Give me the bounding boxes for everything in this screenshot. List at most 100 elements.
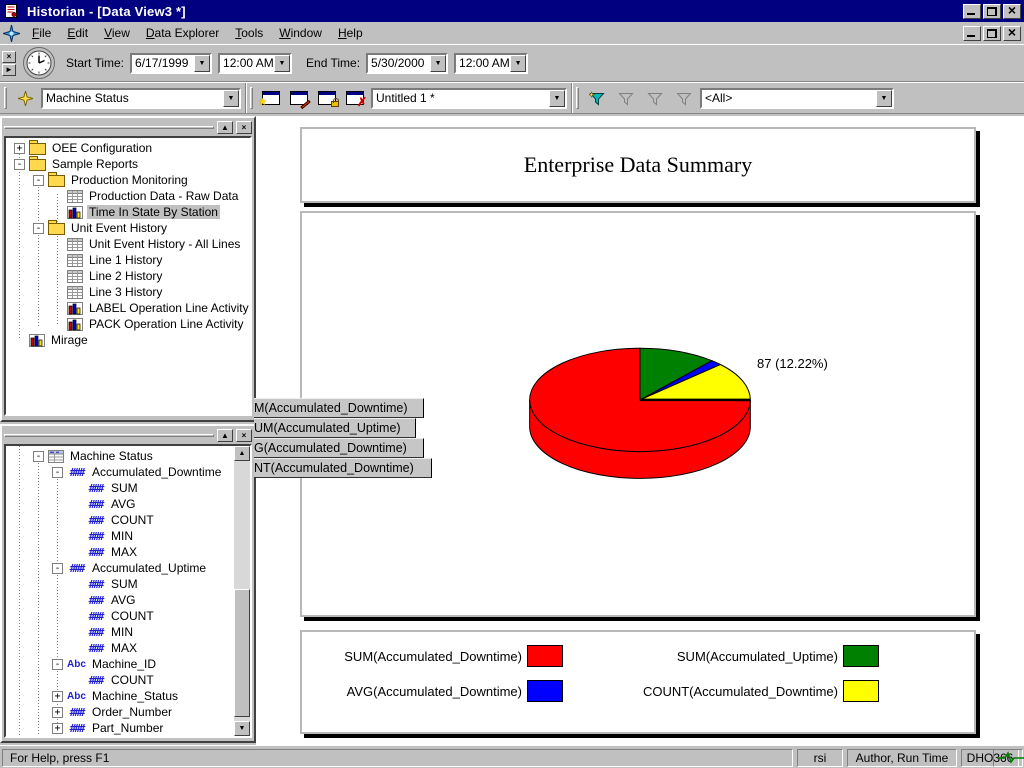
- tree-item-part-number[interactable]: +###Part_Number: [6, 720, 234, 736]
- toolbar-expand-button[interactable]: ►: [2, 64, 16, 76]
- expand-toggle-icon[interactable]: +: [14, 143, 25, 154]
- tree-item-line-1-history[interactable]: Line 1 History: [6, 252, 250, 268]
- chevron-down-icon[interactable]: ▼: [430, 55, 446, 72]
- sparkle-icon[interactable]: [13, 86, 37, 110]
- expand-toggle-icon[interactable]: -: [33, 175, 44, 186]
- chevron-down-icon[interactable]: ▼: [510, 55, 526, 72]
- close-button[interactable]: [1003, 4, 1021, 19]
- modify-filter-icon[interactable]: [614, 86, 638, 110]
- view-combobox[interactable]: Untitled 1 * ▼: [371, 88, 567, 109]
- chevron-down-icon[interactable]: ▼: [274, 55, 290, 72]
- toolbar-close-button[interactable]: ×: [2, 51, 16, 63]
- mdi-close-button[interactable]: [1003, 26, 1021, 41]
- menu-item-tools[interactable]: Tools: [227, 23, 271, 43]
- tree-item-count[interactable]: ###COUNT: [6, 608, 234, 624]
- delete-view-icon[interactable]: ✗: [343, 86, 367, 110]
- tree-item-sample-reports[interactable]: -Sample Reports: [6, 156, 250, 172]
- restore-button[interactable]: [983, 4, 1001, 19]
- menu-item-view[interactable]: View: [96, 23, 138, 43]
- tree-item-parts-built[interactable]: +###Parts_Built: [6, 736, 234, 738]
- tree-item-machine-status[interactable]: -Machine Status: [6, 448, 234, 464]
- menu-item-data-explorer[interactable]: Data Explorer: [138, 23, 227, 43]
- dataset-combobox[interactable]: Machine Status ▼: [41, 88, 241, 109]
- tree-item-oee-configuration[interactable]: +OEE Configuration: [6, 140, 250, 156]
- tree-item-time-in-state-by-station[interactable]: Time In State By Station: [6, 204, 250, 220]
- tree-item-accumulated-downtime[interactable]: -###Accumulated_Downtime: [6, 464, 234, 480]
- menu-item-help[interactable]: Help: [330, 23, 371, 43]
- chevron-down-icon[interactable]: ▼: [223, 90, 239, 107]
- mdi-minimize-button[interactable]: [963, 26, 981, 41]
- panel-close-icon[interactable]: ×: [236, 429, 252, 442]
- expand-toggle-icon[interactable]: -: [52, 659, 63, 670]
- clock-icon: [22, 46, 56, 80]
- tree-item-line-3-history[interactable]: Line 3 History: [6, 284, 250, 300]
- tree-item-min[interactable]: ###MIN: [6, 624, 234, 640]
- legend-label: AVG(Accumulated_Downtime): [310, 684, 522, 699]
- expand-toggle-icon[interactable]: -: [33, 451, 44, 462]
- panel-header[interactable]: ▲ ×: [2, 426, 254, 443]
- expand-toggle-icon[interactable]: -: [52, 563, 63, 574]
- scrollbar-thumb[interactable]: [234, 589, 250, 717]
- menu-item-window[interactable]: Window: [271, 23, 330, 43]
- panel-close-icon[interactable]: ×: [236, 121, 252, 134]
- expand-toggle-icon[interactable]: -: [33, 223, 44, 234]
- toolbar-grip[interactable]: [250, 87, 253, 109]
- tree-item-avg[interactable]: ###AVG: [6, 496, 234, 512]
- tree-item-max[interactable]: ###MAX: [6, 544, 234, 560]
- tree-item-accumulated-uptime[interactable]: -###Accumulated_Uptime: [6, 560, 234, 576]
- delete-filter-icon[interactable]: [672, 86, 696, 110]
- minimize-button[interactable]: [963, 4, 981, 19]
- expand-toggle-icon[interactable]: -: [14, 159, 25, 170]
- chevron-down-icon[interactable]: ▼: [876, 90, 892, 107]
- panel-header[interactable]: ▲ ×: [2, 118, 254, 135]
- tree-item-avg[interactable]: ###AVG: [6, 592, 234, 608]
- save-filter-icon[interactable]: [643, 86, 667, 110]
- chevron-down-icon[interactable]: ▼: [194, 55, 210, 72]
- filter-combobox[interactable]: <All> ▼: [700, 88, 894, 109]
- tree-item-label-operation-line-activity[interactable]: LABEL Operation Line Activity: [6, 300, 250, 316]
- tree-item-sum[interactable]: ###SUM: [6, 576, 234, 592]
- save-view-icon[interactable]: [315, 86, 339, 110]
- menu-item-edit[interactable]: Edit: [59, 23, 96, 43]
- tree-item-machine-status[interactable]: +AbcMachine_Status: [6, 688, 234, 704]
- start-date-combobox[interactable]: 6/17/1999 ▼: [130, 53, 212, 74]
- tree-item-min[interactable]: ###MIN: [6, 528, 234, 544]
- tree-item-pack-operation-line-activity[interactable]: PACK Operation Line Activity: [6, 316, 250, 332]
- modify-view-icon[interactable]: [287, 86, 311, 110]
- menu-item-file[interactable]: File: [24, 23, 59, 43]
- new-filter-icon[interactable]: [585, 86, 609, 110]
- expand-toggle-icon[interactable]: -: [52, 467, 63, 478]
- start-time-combobox[interactable]: 12:00 AM ▼: [218, 53, 292, 74]
- expand-toggle-icon[interactable]: +: [52, 707, 63, 718]
- end-time-combobox[interactable]: 12:00 AM ▼: [454, 53, 528, 74]
- panel-grip[interactable]: [4, 126, 214, 129]
- expand-toggle-icon[interactable]: +: [52, 691, 63, 702]
- toolbar-grip[interactable]: [576, 87, 579, 109]
- mdi-restore-button[interactable]: [983, 26, 1001, 41]
- tree-item-sum[interactable]: ###SUM: [6, 480, 234, 496]
- tree-item-unit-event-history[interactable]: -Unit Event History: [6, 220, 250, 236]
- panel-grip[interactable]: [4, 434, 214, 437]
- vertical-scrollbar[interactable]: ▲ ▼: [234, 446, 250, 736]
- panel-up-icon[interactable]: ▲: [217, 121, 233, 134]
- scroll-up-icon[interactable]: ▲: [234, 446, 250, 461]
- tree-item-production-monitoring[interactable]: -Production Monitoring: [6, 172, 250, 188]
- tree-item-max[interactable]: ###MAX: [6, 640, 234, 656]
- tree-item-machine-id[interactable]: -AbcMachine_ID: [6, 656, 234, 672]
- status-help: For Help, press F1: [2, 749, 793, 767]
- expand-toggle-icon[interactable]: +: [52, 723, 63, 734]
- chevron-down-icon[interactable]: ▼: [549, 90, 565, 107]
- new-view-icon[interactable]: ★: [259, 86, 283, 110]
- tree-item-order-number[interactable]: +###Order_Number: [6, 704, 234, 720]
- panel-up-icon[interactable]: ▲: [217, 429, 233, 442]
- end-date-combobox[interactable]: 5/30/2000 ▼: [366, 53, 448, 74]
- legend-swatch: [843, 645, 879, 667]
- tree-item-unit-event-history-all-lines[interactable]: Unit Event History - All Lines: [6, 236, 250, 252]
- tree-item-count[interactable]: ###COUNT: [6, 672, 234, 688]
- tree-item-production-data-raw-data[interactable]: Production Data - Raw Data: [6, 188, 250, 204]
- scroll-down-icon[interactable]: ▼: [234, 721, 250, 736]
- tree-item-line-2-history[interactable]: Line 2 History: [6, 268, 250, 284]
- tree-item-mirage[interactable]: Mirage: [6, 332, 250, 348]
- toolbar-grip[interactable]: [4, 87, 7, 109]
- tree-item-count[interactable]: ###COUNT: [6, 512, 234, 528]
